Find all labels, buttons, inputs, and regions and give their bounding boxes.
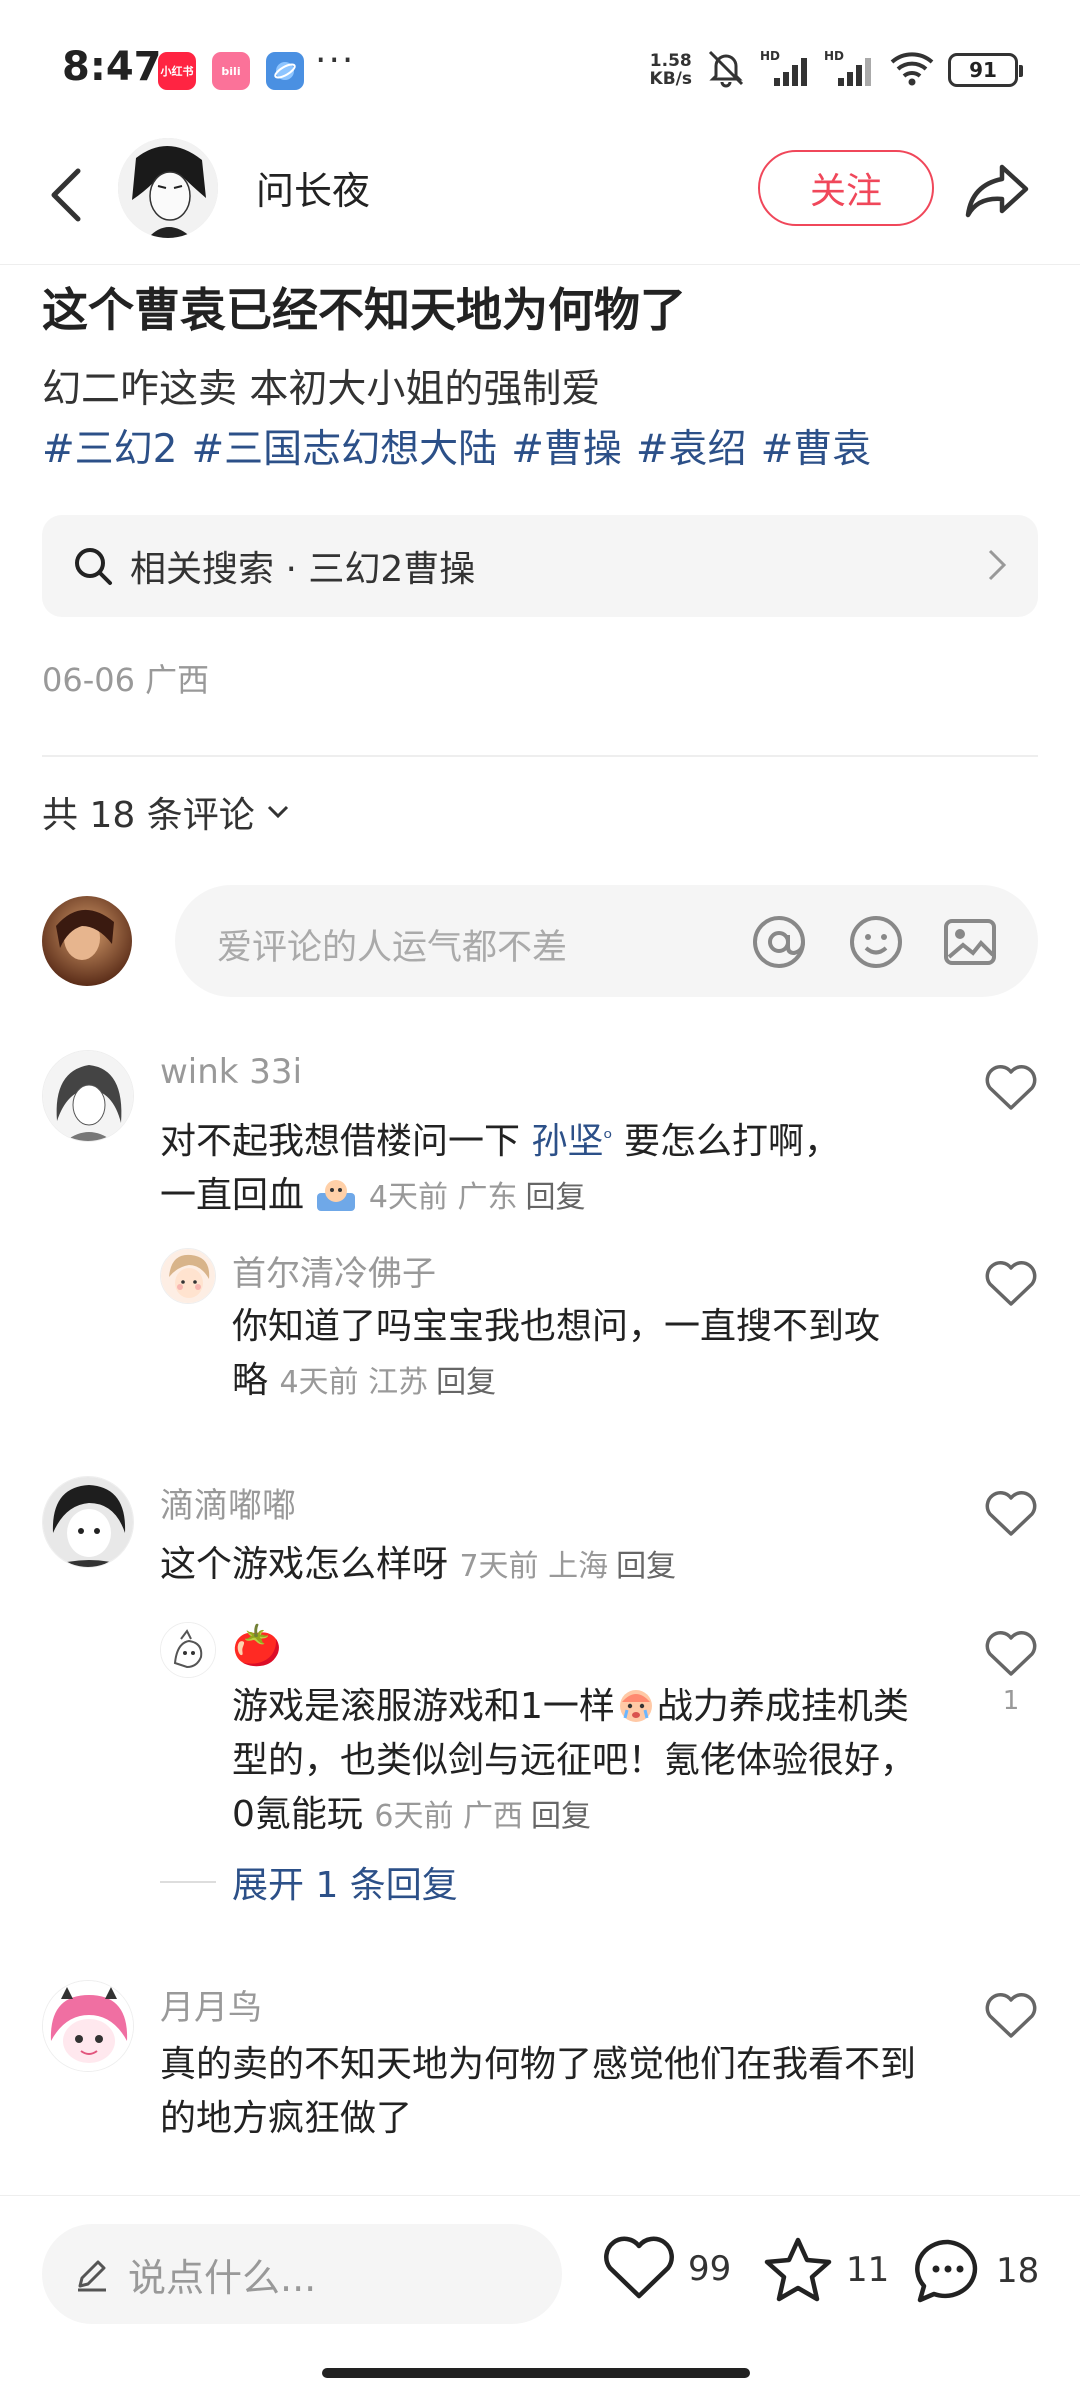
- home-indicator[interactable]: [322, 2368, 750, 2378]
- tag-link[interactable]: #曹操: [511, 418, 622, 474]
- follow-button[interactable]: 关注: [758, 150, 934, 226]
- back-button[interactable]: [36, 160, 96, 230]
- heart-icon: [985, 1993, 1037, 2038]
- post-body: 幻二咋这卖 本初大小姐的强制爱: [42, 367, 601, 412]
- chevron-down-icon: [267, 805, 288, 819]
- commenter-name[interactable]: 滴滴嘟嘟: [160, 1478, 296, 1527]
- comment-input[interactable]: 爱评论的人运气都不差: [175, 885, 1038, 997]
- tag-link[interactable]: #三幻2: [42, 418, 178, 474]
- like-count: 1: [1002, 1686, 1020, 1716]
- replier-name[interactable]: 首尔清冷佛子: [232, 1246, 436, 1295]
- comment-text: 真的卖的不知天地为何物了感觉他们在我看不到的地方疯狂做了: [160, 2044, 917, 2139]
- reply-button[interactable]: 回复: [526, 1180, 586, 1215]
- like-button[interactable]: [982, 1992, 1040, 2044]
- commenter-avatar[interactable]: [42, 1980, 134, 2072]
- mute-icon: [704, 46, 748, 94]
- svg-text:HD: HD: [760, 49, 780, 63]
- tag-link[interactable]: #三国志幻想大陆: [192, 418, 498, 474]
- heart-icon: [985, 1261, 1037, 1306]
- like-button[interactable]: [982, 1490, 1040, 1542]
- commenter-avatar[interactable]: [42, 1050, 134, 1142]
- star-count: 11: [846, 2250, 890, 2290]
- like-button[interactable]: [982, 1260, 1040, 1312]
- browser-app-icon: [266, 52, 304, 90]
- like-post-button[interactable]: 99: [602, 2236, 731, 2302]
- comment-text: 对不起我想借楼问一下 孙坚ᵒ 要怎么打啊， 一直回血 4天前 广东 回复: [160, 1121, 841, 1216]
- comment-count: 18: [996, 2251, 1040, 2291]
- bilibili-app-icon: bili: [212, 52, 250, 90]
- battery-indicator: 91: [948, 53, 1023, 87]
- wifi-icon: [888, 48, 936, 92]
- reply-button[interactable]: 回复: [616, 1549, 676, 1584]
- replier-avatar[interactable]: [160, 1248, 216, 1304]
- share-button[interactable]: [962, 156, 1032, 226]
- tag-link[interactable]: #袁绍: [636, 418, 747, 474]
- search-icon: [75, 548, 112, 585]
- post-header: 问长夜 关注: [0, 130, 1080, 265]
- say-something-placeholder: 说点什么...: [128, 2255, 317, 2300]
- svg-text:HD: HD: [824, 49, 844, 63]
- like-button[interactable]: [982, 1064, 1040, 1116]
- author-avatar[interactable]: [118, 138, 218, 238]
- mention-link[interactable]: 孙坚: [531, 1121, 603, 1162]
- heart-icon: [985, 1065, 1037, 1110]
- related-search-bar[interactable]: 相关搜索 · 三幻2曹操: [42, 515, 1038, 617]
- heart-icon: [985, 1631, 1037, 1676]
- xiaohongshu-app-icon: 小红书: [158, 52, 196, 90]
- comment-input-placeholder: 爱评论的人运气都不差: [217, 928, 568, 968]
- like-count: 99: [688, 2249, 732, 2289]
- heart-icon: [604, 2236, 674, 2299]
- comments-count-toggle[interactable]: 共 18 条评论: [42, 786, 291, 838]
- tag-link[interactable]: #曹袁: [761, 418, 872, 474]
- author-name[interactable]: 问长夜: [256, 160, 370, 215]
- heart-icon: [985, 1491, 1037, 1536]
- status-bar: 8:47 小红书 bili ··· 1.58 KB/s HD HD 91: [0, 0, 1080, 130]
- comment-bubble-icon: [915, 2239, 978, 2303]
- replier-avatar[interactable]: [160, 1622, 216, 1678]
- expand-replies-label: 展开 1 条回复: [232, 1865, 458, 1906]
- post-tags: #三幻2 #三国志幻想大陆 #曹操 #袁绍 #曹袁: [42, 418, 871, 474]
- pencil-icon: [78, 2260, 106, 2292]
- star-icon: [764, 2237, 832, 2302]
- replier-name[interactable]: 🍅: [232, 1622, 282, 1669]
- my-avatar: [42, 896, 132, 986]
- say-something-input[interactable]: 说点什么...: [42, 2224, 562, 2324]
- post-title: 这个曹袁已经不知天地为何物了: [42, 283, 686, 337]
- reply-button[interactable]: 回复: [531, 1799, 591, 1834]
- comment-input-row: 爱评论的人运气都不差: [42, 885, 1038, 997]
- related-search-label: 相关搜索 · 三幻2曹操: [130, 549, 476, 590]
- network-speed: 1.58 KB/s: [649, 51, 692, 89]
- divider: [42, 755, 1038, 757]
- commenter-name[interactable]: 月月鸟: [160, 1980, 262, 2029]
- crying-face-emoji-icon: [619, 1690, 652, 1722]
- mention-icon[interactable]: [750, 913, 808, 971]
- reply-text: 游戏是滚服游戏和1一样 战力养成挂机类型的，也类似剑与远征吧！氪佬体验很好，0氪能…: [232, 1686, 917, 1835]
- collect-button[interactable]: 11: [762, 2236, 889, 2304]
- reply-text: 你知道了吗宝宝我也想问，一直搜不到攻略 4天前 江苏 回复: [232, 1306, 881, 1401]
- comment-text: 这个游戏怎么样呀 7天前 上海 回复: [160, 1544, 677, 1585]
- image-icon[interactable]: [941, 913, 999, 971]
- comment-button[interactable]: 18: [912, 2236, 1039, 2306]
- commenter-avatar[interactable]: [42, 1476, 134, 1568]
- crying-emoji-icon: [317, 1180, 356, 1211]
- post-date-location: 06-06 广西: [42, 661, 210, 699]
- search-mention-icon: ᵒ: [603, 1126, 613, 1151]
- expand-replies-button[interactable]: 展开 1 条回复: [160, 1856, 458, 1908]
- signal-icon-2: HD: [824, 48, 876, 92]
- like-button[interactable]: 1: [982, 1630, 1040, 1716]
- comments-count-label: 共 18 条评论: [42, 795, 255, 836]
- chevron-right-icon: [988, 549, 1007, 581]
- signal-icon-1: HD: [760, 48, 812, 92]
- back-arrow-icon: [51, 168, 81, 222]
- reply-button[interactable]: 回复: [436, 1365, 496, 1400]
- emoji-icon[interactable]: [847, 913, 905, 971]
- status-time: 8:47: [62, 44, 162, 90]
- commenter-name[interactable]: wink 33i: [160, 1052, 302, 1092]
- share-icon: [965, 164, 1029, 218]
- more-notifications-icon: ···: [315, 40, 356, 81]
